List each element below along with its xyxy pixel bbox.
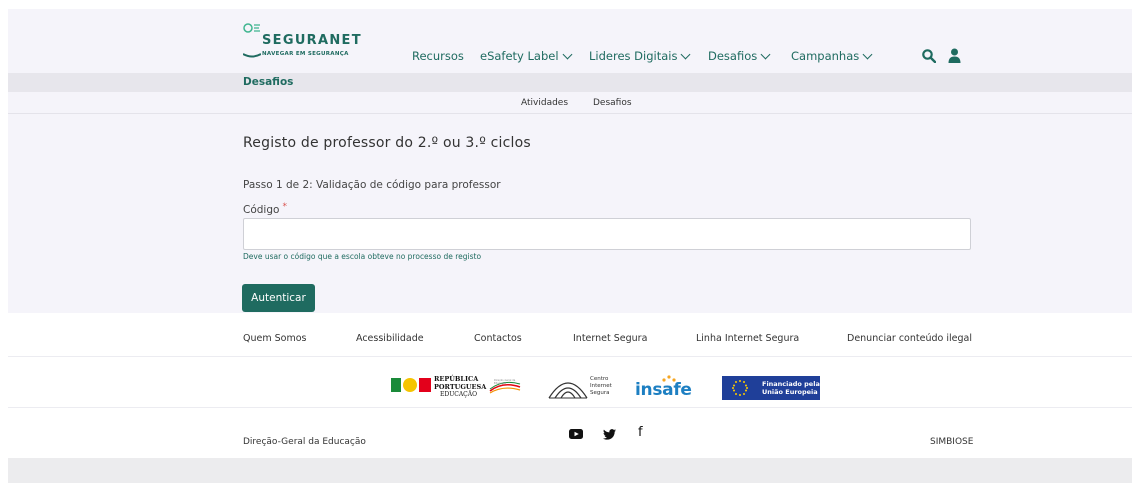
republica-portuguesa-logo[interactable]: REPÚBLICA PORTUGUESA EDUCAÇÃO [391,374,486,400]
eu-text-box: Financiado pela União Europeia [758,376,820,400]
sphere-icon [403,378,417,392]
nav-lideres-digitais[interactable]: Lideres Digitais [589,49,691,63]
insafe-text: insafe [635,380,692,400]
authenticate-button[interactable]: Autenticar [242,284,315,312]
seguranet-logo[interactable]: SEGURANET NAVEGAR EM SEGURANÇA [243,21,393,65]
site-header: SEGURANET NAVEGAR EM SEGURANÇA Recursos … [8,9,1132,73]
eu-funding-logo[interactable]: Financiado pela União Europeia [722,374,826,402]
subnav-atividades[interactable]: Atividades [521,98,568,108]
code-label-text: Código [243,204,280,216]
eu-flag-icon [722,376,758,400]
footer-divider-2 [8,407,1132,408]
nav-esafety-label[interactable]: eSafety Label [480,49,572,63]
nav-esafety-label-text: eSafety Label [480,49,559,63]
section-title: Desafios [243,76,294,88]
footer-link-internet-segura[interactable]: Internet Segura [573,333,647,344]
code-input[interactable] [243,218,971,250]
footer-link-denunciar[interactable]: Denunciar conteúdo ilegal [847,333,972,344]
footer-link-contactos[interactable]: Contactos [474,333,522,344]
brand-tagline: NAVEGAR EM SEGURANÇA [262,51,349,57]
chevron-down-icon [562,49,572,59]
brand-name: SEGURANET [262,33,362,48]
required-marker: * [282,202,287,212]
centro-line-3: Segura [590,390,610,396]
page-frame: SEGURANET NAVEGAR EM SEGURANÇA Recursos … [8,9,1132,483]
nav-campanhas-label: Campanhas [791,49,860,63]
centro-internet-segura-logo[interactable]: Centro Internet Segura [547,374,619,402]
republica-line-3: EDUCAÇÃO [440,391,478,398]
chevron-down-icon [862,49,873,59]
page-title: Registo de professor do 2.º ou 3.º ciclo… [243,135,531,151]
flag-red-icon [419,378,431,392]
sub-navigation: Atividades Desafios [8,92,1132,114]
nav-desafios-label: Desafios [708,49,758,63]
nav-lideres-digitais-label: Lideres Digitais [589,49,678,63]
footer-link-linha-internet-segura[interactable]: Linha Internet Segura [696,333,799,344]
footer-link-quem-somos[interactable]: Quem Somos [243,333,306,344]
centro-line-2: Internet [590,383,612,389]
chevron-down-icon [760,49,771,59]
partner-logos: REPÚBLICA PORTUGUESA EDUCAÇÃO Direção-Ge… [8,371,1132,405]
flag-icon [391,378,401,392]
user-icon[interactable] [948,48,961,63]
nav-recursos-label: Recursos [412,49,464,63]
search-icon[interactable] [922,49,936,63]
nav-recursos[interactable]: Recursos [412,49,464,63]
facebook-footer-icon[interactable]: f [638,425,643,440]
code-hint: Deve usar o código que a escola obteve n… [243,252,482,261]
seguranet-wave-icon [243,23,261,58]
dge-logo[interactable]: Direção-Geral da Educação [489,377,521,397]
nav-campanhas[interactable]: Campanhas [791,49,873,63]
republica-line-2: PORTUGUESA [434,383,487,391]
arches-icon [548,382,588,399]
step-indicator: Passo 1 de 2: Validação de código para p… [243,179,501,191]
eu-line-2: União Europeia [762,388,818,396]
footer-link-acessibilidade[interactable]: Acessibilidade [356,333,424,344]
subnav-desafios[interactable]: Desafios [593,98,632,108]
eu-line-1: Financiado pela [762,380,820,388]
footer-simbiose[interactable]: SIMBIOSE [930,437,973,447]
footer-org-name: Direção-Geral da Educação [243,437,366,447]
centro-line-1: Centro [590,376,609,382]
code-label: Código * [243,202,287,216]
footer-divider [8,356,1132,357]
nav-desafios[interactable]: Desafios [708,49,771,63]
chevron-down-icon [681,49,691,59]
insafe-logo[interactable]: insafe [635,375,701,401]
republica-line-1: REPÚBLICA [434,375,479,383]
insafe-sparkle-icon [662,375,676,382]
youtube-icon[interactable] [569,429,583,439]
dge-small-text: Direção-Geral da Educação [494,379,516,385]
site-footer: Quem Somos Acessibilidade Contactos Inte… [8,313,1132,458]
bottom-bar [8,458,1132,483]
twitter-icon[interactable] [603,429,616,440]
section-bar: Desafios [8,73,1132,92]
